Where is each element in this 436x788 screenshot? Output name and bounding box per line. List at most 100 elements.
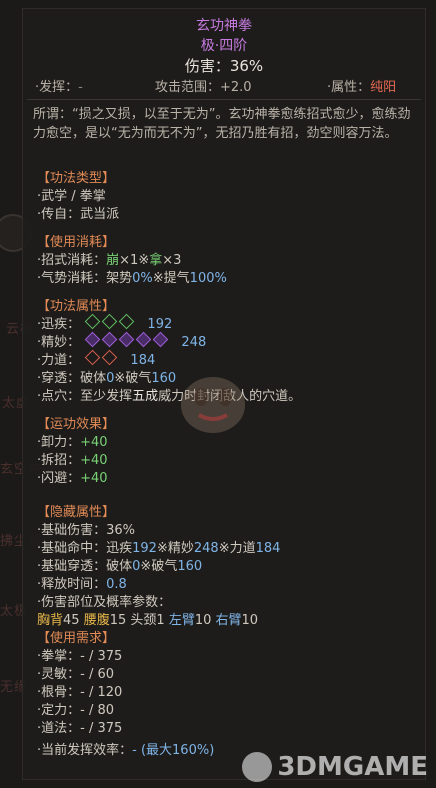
break-value: +40: [80, 453, 108, 468]
part-left-arm: 左臂: [168, 613, 195, 628]
speed-label: ·迅疾：: [37, 317, 81, 332]
pierce-label: ·穿透：破体: [37, 371, 107, 386]
skill-grade: 极·四阶: [200, 38, 248, 54]
efficiency-value: - (最大160%): [132, 743, 215, 758]
hit-part-line: 胸背45 腰腹15 头颈1 左臂10 右臂10: [37, 609, 258, 628]
req-agility-line: ·灵敏：- / 60: [37, 667, 115, 682]
finesse-diamond-icons: [84, 331, 169, 350]
acupoint-threshold: 五成: [132, 389, 159, 404]
qi-label: ※提气: [152, 271, 190, 286]
attribute-label: ·属性：: [327, 80, 371, 95]
type-line: ·武学 / 拳掌: [37, 189, 106, 204]
unload-label: ·卸力：: [37, 435, 81, 450]
power-line: ·力道： 184: [37, 349, 155, 368]
base-pierce-qi: 160: [177, 559, 203, 574]
acupoint-line: ·点穴：至少发挥五成威力时封闭敌人的穴道。: [37, 385, 301, 404]
finesse-line: ·精妙： 248: [37, 331, 206, 350]
cast-value: -: [78, 80, 83, 95]
break-line: ·拆招：+40: [37, 449, 108, 468]
base-hit-power-label: ※力道: [218, 541, 256, 556]
skill-description: 所谓：“损之又损，以至于无为”。玄功神拳愈练招式愈少，愈练劲力愈空，是以“无为而…: [33, 107, 411, 141]
range-label: 攻击范围：: [155, 80, 221, 95]
move-na-count: ×3: [162, 253, 182, 268]
diamond-icon: [136, 331, 152, 348]
section-title-cost: 【使用消耗】: [37, 235, 116, 250]
part-right-arm-value: 10: [241, 613, 259, 628]
momentum-cost-line: ·气势消耗：架势0%※提气100%: [37, 267, 227, 286]
diamond-icon: [102, 349, 118, 366]
cast-label: ·发挥：: [35, 80, 79, 95]
power-diamond-icons: [84, 349, 118, 368]
dodge-line: ·闪避：+40: [37, 467, 108, 486]
base-hit-finesse: 248: [193, 541, 219, 556]
acupoint-text-a: ·点穴：至少发挥: [37, 389, 133, 404]
req-dao-line: ·道法：- / 375: [37, 721, 123, 736]
diamond-icon: [119, 331, 135, 348]
attribute-value: 纯阳: [370, 80, 397, 95]
speed-line: ·迅疾： 192: [37, 313, 172, 332]
power-label: ·力道：: [37, 353, 81, 368]
base-pierce-line: ·基础穿透：破体0※破气160: [37, 555, 202, 574]
move-cost-line: ·招式消耗：崩×1※拿×3: [37, 249, 181, 268]
release-label: ·释放时间：: [37, 577, 107, 592]
qi-value: 100%: [189, 271, 227, 286]
part-right-arm: 右臂: [215, 613, 242, 628]
unload-line: ·卸力：+40: [37, 431, 108, 450]
watermark-text: 3DMGAME: [277, 752, 428, 782]
diamond-icon: [85, 313, 101, 330]
efficiency-label: ·当前发挥效率：: [37, 743, 133, 758]
section-title-type: 【功法类型】: [37, 171, 116, 186]
base-hit-line: ·基础命中：迅疾192※精妙248※力道184: [37, 537, 280, 556]
skill-name: 玄功神拳: [196, 18, 252, 34]
mascot-watermark-icon: [181, 377, 245, 433]
diamond-icon: [102, 313, 118, 330]
req-fist-line: ·拳掌：- / 375: [37, 649, 123, 664]
base-hit-power: 184: [255, 541, 281, 556]
pierce-line: ·穿透：破体0※破气160: [37, 367, 176, 386]
logo-watermark-icon: [242, 752, 272, 782]
hit-part-label: ·伤害部位及概率参数：: [37, 595, 172, 610]
base-pierce-qi-label: ※破气: [140, 559, 178, 574]
cast-stat: ·发挥：-: [35, 76, 83, 95]
move-na: 拿: [149, 253, 163, 268]
dodge-value: +40: [80, 471, 108, 486]
diamond-icon: [119, 313, 135, 330]
break-label: ·拆招：: [37, 453, 81, 468]
stat-row: ·发挥：- 攻击范围：+2.0 ·属性：纯阳: [23, 76, 425, 98]
speed-value: 192: [147, 317, 173, 332]
diamond-icon: [85, 331, 101, 348]
base-hit-speed: 192: [132, 541, 157, 556]
power-value: 184: [130, 353, 156, 368]
diamond-icon: [85, 349, 101, 366]
range-value: +2.0: [220, 80, 252, 95]
release-value: 0.8: [106, 577, 127, 592]
origin-line: ·传自：武当派: [37, 207, 120, 222]
skill-tooltip: 玄功神拳 极·四阶 伤害：36% ·发挥：- 攻击范围：+2.0 ·属性：纯阳 …: [22, 8, 426, 780]
section-title-attributes: 【功法属性】: [37, 299, 116, 314]
part-waist: 腰腹: [83, 613, 110, 628]
base-hit-label: ·基础命中：迅疾: [37, 541, 133, 556]
part-chest-value: 45: [63, 613, 84, 628]
move-beng-count: ×1※: [119, 253, 150, 268]
stance-value: 0%: [132, 271, 153, 286]
req-focus-line: ·定力：- / 80: [37, 703, 115, 718]
move-beng: 崩: [106, 253, 120, 268]
diamond-icon: [153, 331, 169, 348]
diamond-icon: [102, 331, 118, 348]
range-stat: 攻击范围：+2.0: [155, 76, 252, 95]
part-head-value: 1: [156, 613, 169, 628]
efficiency-line: ·当前发挥效率：- (最大160%): [37, 739, 214, 758]
section-title-effects: 【运功效果】: [37, 417, 116, 432]
momentum-label: ·气势消耗：架势: [37, 271, 133, 286]
divider: [27, 99, 421, 100]
base-damage-line: ·基础伤害：36%: [37, 523, 136, 538]
attribute-stat: ·属性：纯阳: [327, 76, 396, 95]
section-title-hidden: 【隐藏属性】: [37, 505, 116, 520]
part-chest: 胸背: [37, 613, 64, 628]
speed-diamond-icons: [84, 313, 135, 332]
dodge-label: ·闪避：: [37, 471, 81, 486]
release-line: ·释放时间：0.8: [37, 573, 127, 592]
req-root-line: ·根骨：- / 120: [37, 685, 123, 700]
pierce-qi-label: ※破气: [114, 371, 152, 386]
move-cost-label: ·招式消耗：: [37, 253, 107, 268]
